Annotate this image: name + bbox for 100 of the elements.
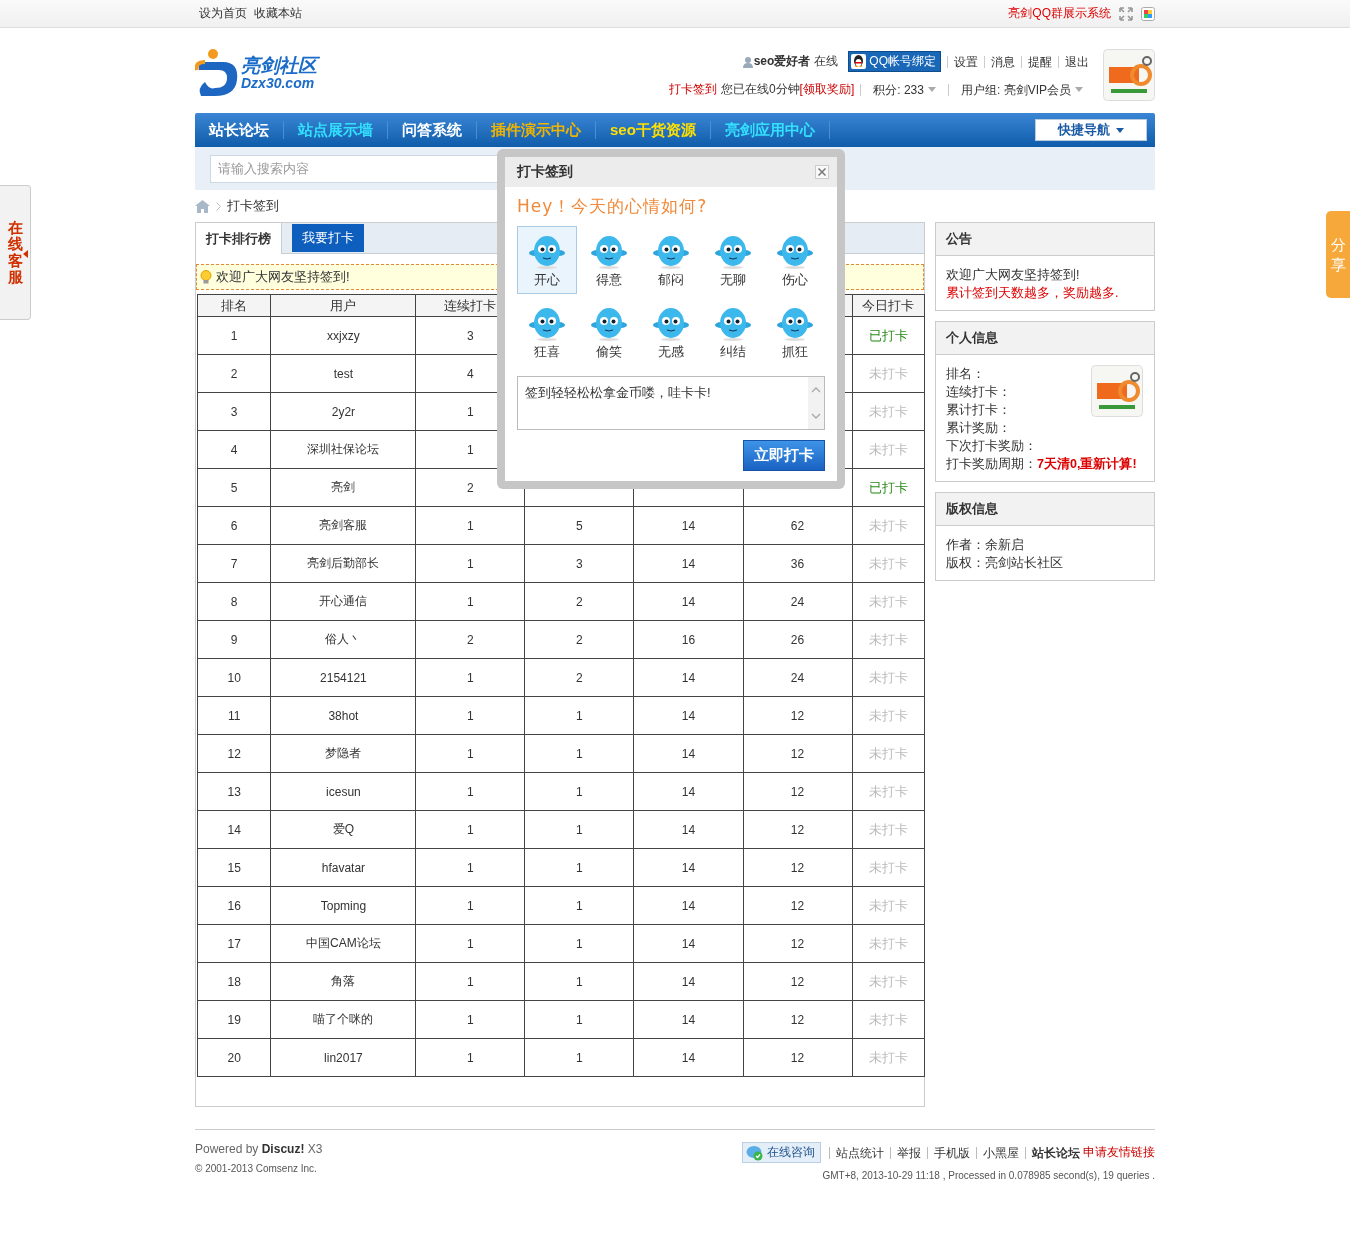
mood-option[interactable]: 无感	[641, 298, 701, 366]
chat-icon	[746, 1144, 764, 1161]
close-button[interactable]	[815, 165, 829, 179]
table-cell: 12	[743, 886, 853, 925]
table-cell: 36	[743, 544, 853, 583]
status-cell: 已打卡	[852, 316, 925, 355]
arrow-icon	[23, 250, 28, 258]
points-link[interactable]: 积分: 233	[873, 83, 924, 96]
field-label: 连续打卡：	[946, 385, 1011, 399]
mood-option[interactable]: 开心	[517, 226, 577, 294]
caret-icon	[928, 87, 936, 92]
status-cell: 未打卡	[852, 772, 925, 811]
user-menu-link[interactable]: 消息	[984, 55, 1021, 68]
table-cell: 10	[197, 658, 271, 697]
nav-link[interactable]: 问答系统	[388, 121, 477, 139]
tab[interactable]: 我要打卡	[292, 224, 364, 252]
support-tab[interactable]: 在线客服	[0, 185, 31, 320]
table-cell: 1	[415, 506, 525, 545]
table-cell: icesun	[270, 772, 416, 811]
penguin-icon	[851, 54, 867, 69]
table-cell: 12	[197, 734, 271, 773]
status-cell: 未打卡	[852, 886, 925, 925]
expand-icon	[1119, 6, 1133, 21]
table-cell: 14	[633, 848, 743, 887]
table-cell: 14	[633, 544, 743, 583]
mood-option[interactable]: 得意	[579, 226, 639, 294]
table-cell: 2	[524, 582, 634, 621]
field-label: 打卡奖励周期：	[946, 457, 1037, 471]
user-menu-link[interactable]: 设置	[947, 55, 984, 68]
table-cell: 开心通信	[270, 582, 416, 621]
status-cell: 已打卡	[852, 468, 925, 507]
table-cell: 3	[197, 392, 271, 431]
submit-button[interactable]: 立即打卡	[743, 440, 825, 471]
mood-option[interactable]: 纠结	[703, 298, 763, 366]
mood-option[interactable]: 郁闷	[641, 226, 701, 294]
reward-link[interactable]: [领取奖励]	[799, 81, 855, 98]
mood-option[interactable]: 无聊	[703, 226, 763, 294]
table-cell: 14	[633, 772, 743, 811]
table-cell: 16	[633, 620, 743, 659]
copyright-line: 作者：余新启	[946, 537, 1025, 554]
message-field[interactable]: 签到轻轻松松拿金币喽，哇卡卡!	[517, 376, 825, 430]
table-cell: 13	[197, 772, 271, 811]
user-menu-link[interactable]: 退出	[1058, 55, 1095, 68]
table-cell: 1	[415, 544, 525, 583]
copyright-line: 版权：亮剑站长社区	[946, 555, 1064, 572]
qq-bind-button[interactable]: QQ帐号绑定	[848, 51, 941, 72]
avatar-image	[1091, 365, 1143, 417]
mood-option[interactable]: 伤心	[765, 226, 825, 294]
username-link[interactable]: seo爱好者	[753, 53, 811, 70]
quick-nav-button[interactable]: 快捷导航	[1035, 119, 1147, 141]
nav-link[interactable]: 站长论坛	[195, 121, 284, 139]
table-cell: 俗人丶	[270, 620, 416, 659]
mood-option[interactable]: 抓狂	[765, 298, 825, 366]
table-cell: 4	[197, 430, 271, 469]
table-cell: 亮剑后勤部长	[270, 544, 416, 583]
mood-option[interactable]: 偷笑	[579, 298, 639, 366]
table-cell: 14	[633, 506, 743, 545]
user-menu-link[interactable]: 提醒	[1021, 55, 1058, 68]
user-group-link[interactable]: 用户组: 亮剑VIP会员	[961, 83, 1071, 96]
footer-link[interactable]: 手机版	[927, 1146, 976, 1159]
tab[interactable]: 打卡排行榜	[196, 223, 282, 254]
logo-icon	[195, 47, 239, 98]
table-cell: 1	[524, 810, 634, 849]
table-cell: 1	[197, 316, 271, 355]
status-cell: 未打卡	[852, 962, 925, 1001]
scroll-arrows-icon	[808, 377, 824, 429]
checkin-link[interactable]: 打卡签到	[668, 81, 717, 98]
table-cell: 1	[524, 924, 634, 963]
footer-link[interactable]: 举报	[890, 1146, 927, 1159]
table-cell: 喵了个咪的	[270, 1000, 416, 1039]
dialog-title: 打卡签到	[517, 163, 573, 181]
table-cell: 1	[415, 1000, 525, 1039]
table-cell: 19	[197, 1000, 271, 1039]
table-cell: 38hot	[270, 696, 416, 735]
table-cell: 1	[524, 1038, 634, 1077]
table-cell: 1	[415, 1038, 525, 1077]
promo-link[interactable]: 亮剑QQ群展示系统	[1008, 5, 1111, 22]
table-cell: 11	[197, 696, 271, 735]
friend-link[interactable]: 申请友情链接	[1083, 1144, 1155, 1161]
table-cell: 12	[743, 810, 853, 849]
table-cell: 12	[743, 1038, 853, 1077]
top-link[interactable]: 设为首页	[199, 5, 247, 22]
site-name-link[interactable]: 站长论坛	[1025, 1146, 1083, 1159]
table-cell: xxjxzy	[270, 316, 416, 355]
top-link[interactable]: 收藏本站	[254, 5, 302, 22]
consult-button[interactable]: 在线咨询	[742, 1142, 821, 1163]
chevron-icon	[216, 201, 221, 211]
table-cell: 18	[197, 962, 271, 1001]
card-title: 个人信息	[936, 322, 1154, 355]
table-cell: 62	[743, 506, 853, 545]
footer-link[interactable]: 小黑屋	[976, 1146, 1025, 1159]
table-cell: 梦隐者	[270, 734, 416, 773]
nav-link[interactable]: seo干货资源	[596, 121, 711, 139]
table-cell: 3	[524, 544, 634, 583]
footer-link[interactable]: 站点统计	[829, 1146, 890, 1159]
table-cell: 14	[633, 886, 743, 925]
status-cell: 未打卡	[852, 848, 925, 887]
field-value: 7天清0,重新计算!	[1037, 457, 1137, 471]
table-cell: 17	[197, 924, 271, 963]
table-cell: 2	[415, 620, 525, 659]
